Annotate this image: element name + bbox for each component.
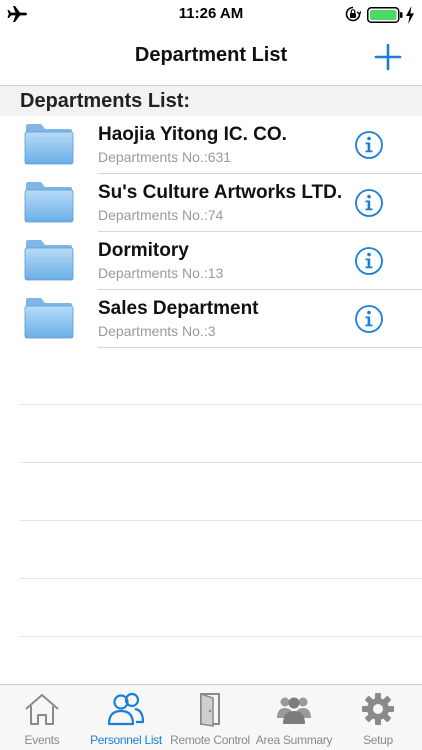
department-row[interactable]: Dormitory Departments No.:13 (0, 232, 422, 290)
tab-label: Events (24, 733, 60, 747)
gear-icon (362, 693, 394, 725)
tab-remote-control[interactable]: Remote Control (168, 685, 252, 750)
info-button[interactable] (354, 304, 384, 334)
department-list: Haojia Yitong IC. CO. Departments No.:63… (0, 116, 422, 348)
tab-label: Area Summary (255, 733, 333, 747)
department-number: Departments No.:3 (98, 323, 216, 339)
department-number: Departments No.:13 (98, 265, 224, 281)
house-icon (25, 694, 59, 725)
empty-row-divider (20, 462, 422, 463)
tab-setup[interactable]: Setup (336, 685, 420, 750)
rotation-lock-icon (345, 6, 361, 22)
section-header-label: Departments List: (20, 90, 191, 112)
row-divider (98, 347, 422, 348)
info-button[interactable] (354, 130, 384, 160)
navigation-bar: Department List (0, 30, 422, 86)
department-name: Sales Department (98, 298, 259, 319)
department-name: Haojia Yitong IC. CO. (98, 124, 287, 145)
department-number: Departments No.:74 (98, 207, 224, 223)
add-department-button[interactable] (373, 42, 403, 72)
people-icon (107, 692, 145, 726)
empty-row-divider (20, 520, 422, 521)
department-name: Dormitory (98, 240, 189, 261)
tab-label: Personnel List (90, 733, 162, 747)
empty-row-divider (20, 404, 422, 405)
battery-icon (367, 7, 403, 23)
info-button[interactable] (354, 188, 384, 218)
folder-icon (24, 298, 74, 339)
section-header: Departments List: (0, 86, 422, 116)
charging-bolt-icon (406, 6, 414, 24)
empty-row-divider (20, 578, 422, 579)
department-row[interactable]: Sales Department Departments No.:3 (0, 290, 422, 348)
department-row[interactable]: Su's Culture Artworks LTD. Departments N… (0, 174, 422, 232)
empty-row-divider (20, 636, 422, 637)
department-row[interactable]: Haojia Yitong IC. CO. Departments No.:63… (0, 116, 422, 174)
tab-area-summary[interactable]: Area Summary (252, 685, 336, 750)
tab-bar: Events Personnel List Remote Control Are… (0, 684, 422, 750)
group-icon (277, 697, 311, 724)
status-bar: 11:26 AM (0, 0, 422, 30)
tab-personnel-list[interactable]: Personnel List (84, 685, 168, 750)
page-title: Department List (134, 44, 288, 66)
tab-events[interactable]: Events (0, 685, 84, 750)
tab-label: Setup (363, 733, 393, 747)
door-icon (200, 692, 220, 727)
department-number: Departments No.:631 (98, 149, 232, 165)
folder-icon (24, 182, 74, 223)
folder-icon (24, 124, 74, 165)
tab-label: Remote Control (170, 733, 250, 747)
info-button[interactable] (354, 246, 384, 276)
folder-icon (24, 240, 74, 281)
department-name: Su's Culture Artworks LTD. (98, 182, 343, 203)
